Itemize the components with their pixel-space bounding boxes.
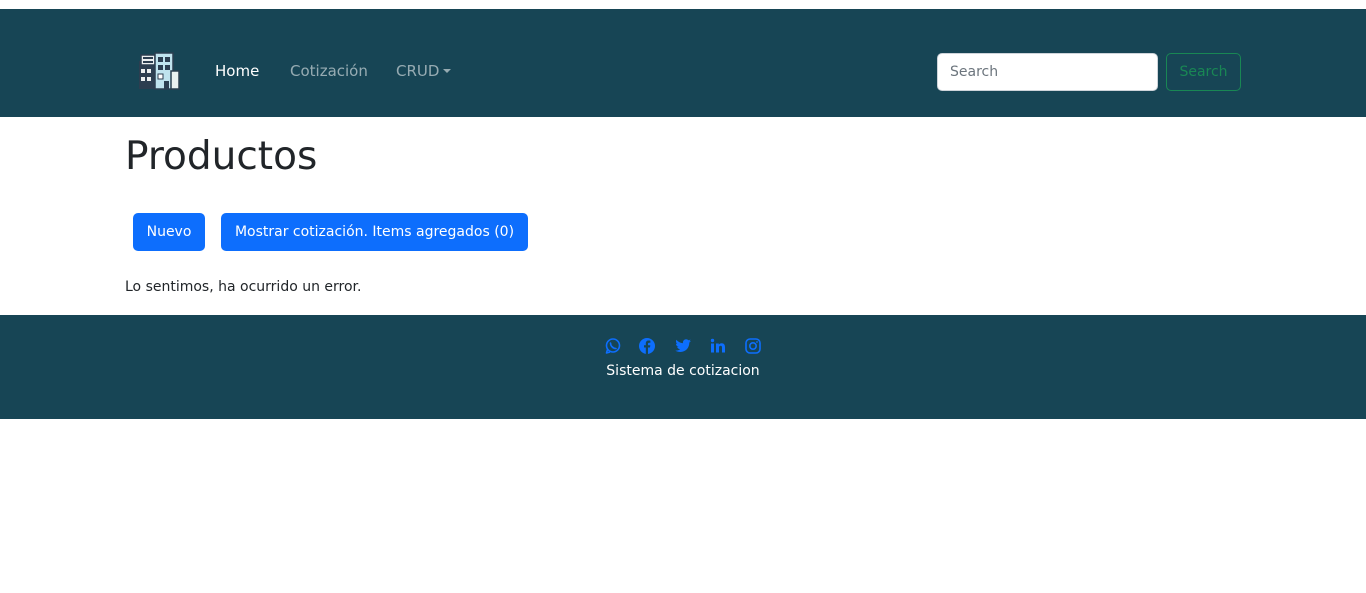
footer-text: Sistema de cotizacion <box>606 363 760 379</box>
whatsapp-icon[interactable] <box>604 337 622 355</box>
building-house-icon[interactable] <box>136 47 182 93</box>
footer: Sistema de cotizacion <box>0 315 1366 419</box>
show-quote-button[interactable]: Mostrar cotización. Items agregados (0) <box>221 213 528 251</box>
new-product-button[interactable]: Nuevo <box>133 213 205 251</box>
instagram-icon[interactable] <box>744 337 762 355</box>
search-input[interactable] <box>937 53 1158 91</box>
nav-cotizacion[interactable]: Cotización <box>290 61 368 81</box>
caret-down-icon <box>443 69 452 73</box>
search-button[interactable]: Search <box>1166 53 1241 91</box>
page-title: Productos <box>125 134 318 179</box>
nav-home[interactable]: Home <box>215 61 259 81</box>
linkedin-icon[interactable] <box>709 337 727 355</box>
navbar: Home Cotización CRUD Search <box>0 9 1366 117</box>
nav-crud-label: CRUD <box>396 62 440 80</box>
error-message: Lo sentimos, ha ocurrido un error. <box>125 279 362 295</box>
nav-crud-dropdown[interactable]: CRUD <box>396 61 452 81</box>
twitter-icon[interactable] <box>674 337 692 355</box>
facebook-icon[interactable] <box>638 337 656 355</box>
